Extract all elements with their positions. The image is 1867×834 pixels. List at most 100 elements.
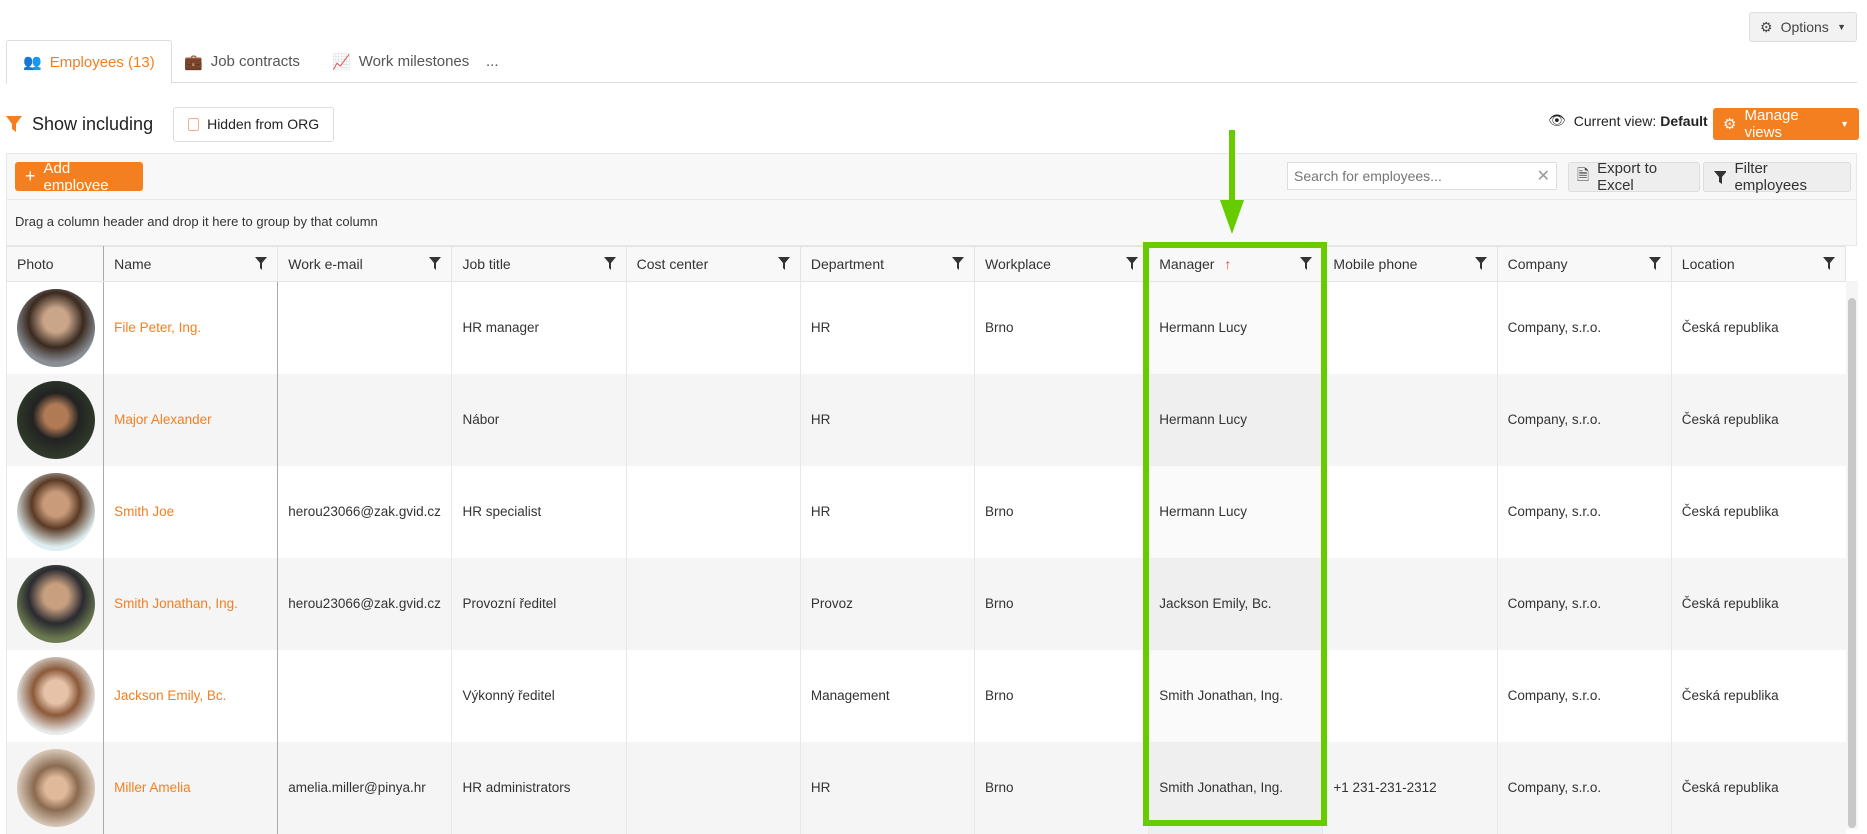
tab-job-contracts[interactable]: 💼 Job contracts — [168, 40, 316, 83]
cell-cost — [625, 741, 801, 834]
photo-cell — [5, 741, 105, 834]
gear-icon: ⚙ — [1723, 116, 1737, 133]
tab-employees[interactable]: 👥 Employees (13) — [6, 40, 172, 84]
employees-grid: Photo Name Work e-mail Job title Cost center… — [5, 246, 1847, 834]
cell-dept: HR — [799, 465, 975, 558]
chart-line-icon: 📈 — [332, 53, 351, 71]
cell-email — [277, 281, 452, 374]
column-filter-icon[interactable] — [255, 257, 268, 270]
cell-mobile: +1 231-231-2312 — [1322, 741, 1498, 834]
cell-dept: HR — [799, 741, 975, 834]
cell-cost — [625, 373, 801, 466]
plus-icon: + — [25, 166, 36, 186]
photo-cell — [5, 281, 105, 374]
column-filter-icon[interactable] — [952, 257, 965, 270]
column-filter-icon[interactable] — [429, 257, 442, 270]
cell-company: Company, s.r.o. — [1496, 465, 1672, 558]
cell-company: Company, s.r.o. — [1496, 649, 1672, 742]
gear-icon: ⚙ — [1760, 18, 1773, 35]
cell-cost — [625, 557, 801, 650]
cell-job: Výkonný ředitel — [451, 649, 627, 742]
cell-name[interactable]: Smith Jonathan, Ing. — [103, 557, 279, 650]
column-header-company[interactable]: Company — [1496, 246, 1672, 282]
column-filter-icon[interactable] — [603, 257, 616, 270]
scrollbar-thumb[interactable] — [1848, 298, 1856, 828]
cell-company: Company, s.r.o. — [1496, 557, 1672, 650]
cell-name[interactable]: File Peter, Ing. — [103, 281, 279, 374]
avatar — [17, 380, 95, 459]
add-employee-button[interactable]: + Add employee — [15, 160, 143, 194]
avatar — [17, 656, 95, 735]
search-box: ✕ — [1287, 162, 1557, 190]
cell-company: Company, s.r.o. — [1496, 373, 1672, 466]
column-header-mobile-phone[interactable]: Mobile phone — [1322, 246, 1498, 282]
column-header-location[interactable]: Location — [1670, 246, 1847, 282]
cell-dept: HR — [799, 281, 975, 374]
filter-icon — [6, 116, 22, 132]
column-header-photo[interactable]: Photo — [5, 246, 105, 282]
cell-location: Česká republika — [1670, 465, 1846, 558]
photo-cell — [5, 557, 105, 650]
cell-company: Company, s.r.o. — [1496, 281, 1672, 374]
cell-job: HR administrators — [451, 741, 627, 834]
cell-email — [277, 649, 452, 742]
cell-name[interactable]: Smith Joe — [103, 465, 279, 558]
cell-dept: Provoz — [799, 557, 975, 650]
cell-company: Company, s.r.o. — [1496, 741, 1672, 834]
column-header-name[interactable]: Name — [103, 246, 279, 282]
cell-workplace: Brno — [974, 741, 1149, 834]
cell-mobile — [1322, 465, 1498, 558]
current-view: 👁 Current view: Default — [1548, 112, 1708, 129]
briefcase-icon: 💼 — [184, 53, 203, 71]
export-to-excel-button[interactable]: 🗎 Export to Excel — [1568, 160, 1700, 194]
column-header-cost-center[interactable]: Cost center — [625, 246, 801, 282]
column-filter-icon[interactable] — [1474, 257, 1487, 270]
column-filter-icon[interactable] — [777, 257, 790, 270]
options-button[interactable]: ⚙ Options ▼ — [1749, 12, 1857, 42]
cell-name[interactable]: Jackson Emily, Bc. — [103, 649, 279, 742]
cell-location: Česká republika — [1670, 741, 1846, 834]
cell-email: amelia.miller@pinya.hr — [277, 741, 452, 834]
column-filter-icon[interactable] — [1823, 257, 1835, 270]
manager-column-highlight — [1143, 242, 1327, 826]
group-by-drop-zone[interactable]: Drag a column header and drop it here to… — [6, 200, 1857, 246]
cell-cost — [625, 281, 801, 374]
table-row[interactable]: Smith Jonathan, Ing. herou23066@zak.gvid.… — [5, 557, 1846, 650]
cell-job: Provozní ředitel — [451, 557, 627, 650]
clear-icon[interactable]: ✕ — [1537, 166, 1550, 186]
column-filter-icon[interactable] — [1126, 257, 1139, 270]
table-row[interactable]: Major Alexander Nábor HR Hermann Lucy Compan… — [5, 373, 1846, 466]
cell-workplace: Brno — [974, 281, 1149, 374]
table-row[interactable]: Miller Amelia amelia.miller@pinya.hr HR ad… — [5, 741, 1846, 834]
filter-row: Show including Hidden from ORG — [6, 106, 335, 142]
avatar — [17, 472, 95, 551]
cell-cost — [625, 649, 801, 742]
manage-views-button[interactable]: ⚙ Manage views ▼ — [1713, 107, 1859, 141]
cell-location: Česká republika — [1670, 373, 1846, 466]
column-header-workplace[interactable]: Workplace — [974, 246, 1150, 282]
filter-employees-button[interactable]: Filter employees — [1703, 160, 1851, 194]
table-row[interactable]: Jackson Emily, Bc. Výkonný ředitel Managem… — [5, 649, 1846, 742]
hidden-from-org-checkbox[interactable]: Hidden from ORG — [173, 106, 335, 142]
cell-name[interactable]: Major Alexander — [103, 373, 279, 466]
cell-dept: HR — [799, 373, 975, 466]
photo-cell — [5, 373, 105, 466]
tab-more[interactable]: ... — [470, 40, 515, 83]
avatar — [17, 748, 95, 827]
table-row[interactable]: Smith Joe herou23066@zak.gvid.cz HR specia… — [5, 465, 1846, 558]
cell-mobile — [1322, 557, 1498, 650]
column-header-department[interactable]: Department — [799, 246, 976, 282]
show-including-label: Show including — [32, 113, 154, 134]
cell-name[interactable]: Miller Amelia — [103, 741, 279, 834]
photo-cell — [5, 465, 105, 558]
search-input[interactable] — [1294, 168, 1524, 184]
column-header-work-e-mail[interactable]: Work e-mail — [277, 246, 453, 282]
down-arrow-annotation — [1220, 130, 1244, 234]
cell-workplace: Brno — [974, 465, 1149, 558]
cell-email — [277, 373, 452, 466]
tab-work-milestones[interactable]: 📈 Work milestones — [316, 40, 485, 83]
cell-email: herou23066@zak.gvid.cz — [277, 557, 452, 650]
column-filter-icon[interactable] — [1648, 257, 1661, 270]
column-header-job-title[interactable]: Job title — [451, 246, 627, 282]
table-row[interactable]: File Peter, Ing. HR manager HR Brno Hermann … — [5, 281, 1846, 374]
